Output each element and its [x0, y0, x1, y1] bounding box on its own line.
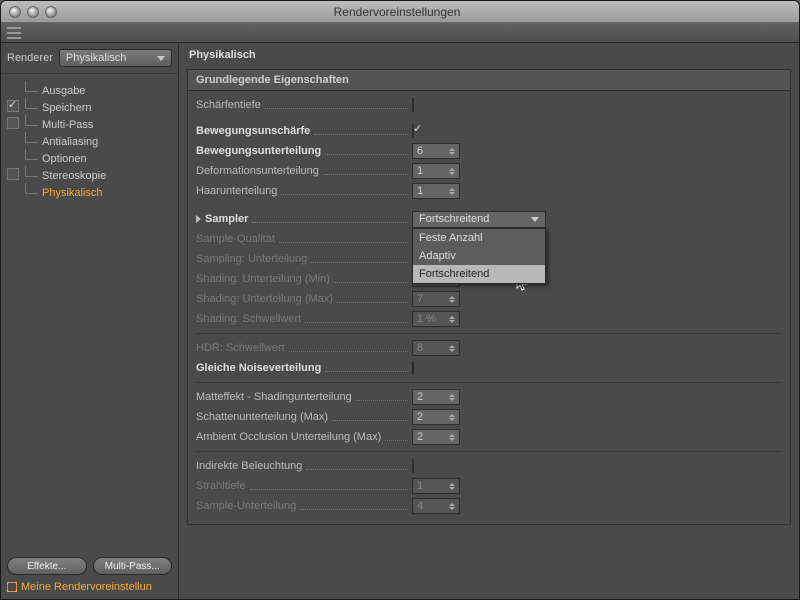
spinner-su-max: 7: [412, 291, 460, 307]
renderer-dropdown[interactable]: Physikalisch: [59, 49, 172, 67]
spinner-strahl: 1: [412, 478, 460, 494]
checkbox-bewegung[interactable]: [412, 124, 414, 138]
close-icon[interactable]: [9, 6, 21, 18]
checkbox-noise[interactable]: [412, 361, 414, 375]
spinner-haar[interactable]: 1: [412, 183, 460, 199]
main-panel: Physikalisch Grundlegende Eigenschaften …: [179, 43, 799, 599]
renderer-value: Physikalisch: [66, 52, 127, 64]
sidebar: Renderer Physikalisch Ausgabe Speichern …: [1, 43, 179, 599]
checkbox-indirekt[interactable]: [412, 459, 414, 473]
label-matte: Matteffekt - Shadingunterteilung: [196, 391, 352, 403]
label-sq: Sample-Qualität: [196, 233, 275, 245]
sampler-option[interactable]: Feste Anzahl: [413, 229, 545, 247]
label-bew-unt: Bewegungsunterteilung: [196, 145, 321, 157]
checkbox-icon[interactable]: [7, 100, 19, 112]
minimize-icon[interactable]: [27, 6, 39, 18]
main-title: Physikalisch: [179, 43, 799, 65]
spinner-matte[interactable]: 2: [412, 389, 460, 405]
sampler-value: Fortschreitend: [419, 213, 489, 225]
spinner-schw: 1 %: [412, 311, 460, 327]
window-title: Rendervoreinstellungen: [63, 5, 731, 19]
label-sampler: Sampler: [205, 213, 248, 225]
label-hdr: HDR: Schwellwert: [196, 342, 285, 354]
spinner-bew-unt[interactable]: 6: [412, 143, 460, 159]
spinner-ao[interactable]: 2: [412, 429, 460, 445]
sampler-option[interactable]: Fortschreitend: [413, 265, 545, 283]
sidebar-item-speichern[interactable]: Speichern: [5, 97, 178, 114]
label-strahl: Strahltiefe: [196, 480, 246, 492]
multipass-button[interactable]: Multi-Pass...: [93, 557, 173, 575]
spinner-deform[interactable]: 1: [412, 163, 460, 179]
label-indirekt: Indirekte Beleuchtung: [196, 460, 302, 472]
checkbox-icon[interactable]: [7, 117, 19, 129]
label-schw: Shading: Schwellwert: [196, 313, 301, 325]
label-schatten: Schattenunterteilung (Max): [196, 411, 328, 423]
label-su: Sampling: Unterteilung: [196, 253, 307, 265]
sidebar-item-physikalisch[interactable]: Physikalisch: [5, 182, 178, 199]
checkbox-icon[interactable]: [7, 168, 19, 180]
effects-button[interactable]: Effekte...: [7, 557, 87, 575]
label-ao: Ambient Occlusion Unterteilung (Max): [196, 431, 381, 443]
spinner-hdr: 8: [412, 340, 460, 356]
preset-label: Meine Rendervoreinstellun: [21, 581, 152, 593]
zoom-icon[interactable]: [45, 6, 57, 18]
label-bewegung: Bewegungsunschärfe: [196, 125, 310, 137]
spinner-sampleunt: 4: [412, 498, 460, 514]
preset-row[interactable]: Meine Rendervoreinstellun: [7, 581, 172, 593]
chevron-down-icon: [157, 56, 165, 61]
checkbox-schaerfentiefe[interactable]: [412, 98, 414, 112]
sampler-options: Feste Anzahl Adaptiv Fortschreitend: [412, 228, 546, 284]
label-deform: Deformationsunterteilung: [196, 165, 319, 177]
label-su-min: Shading: Unterteilung (Min): [196, 273, 330, 285]
label-haar: Haarunterteilung: [196, 185, 277, 197]
sampler-dropdown[interactable]: Fortschreitend Feste Anzahl Adaptiv Fort…: [412, 211, 546, 228]
preset-icon: [7, 582, 17, 592]
sidebar-item-antialiasing[interactable]: Antialiasing: [5, 131, 178, 148]
sidebar-item-multipass[interactable]: Multi-Pass: [5, 114, 178, 131]
sidebar-item-optionen[interactable]: Optionen: [5, 148, 178, 165]
spinner-schatten[interactable]: 2: [412, 409, 460, 425]
label-su-max: Shading: Unterteilung (Max): [196, 293, 333, 305]
disclosure-icon[interactable]: [196, 215, 201, 223]
render-tree: Ausgabe Speichern Multi-Pass Antialiasin…: [1, 74, 178, 551]
label-noise: Gleiche Noiseverteilung: [196, 362, 321, 374]
section-header: Grundlegende Eigenschaften: [188, 70, 790, 91]
toolbar: [1, 23, 799, 43]
sidebar-item-stereoskopie[interactable]: Stereoskopie: [5, 165, 178, 182]
window: Rendervoreinstellungen Renderer Physikal…: [0, 0, 800, 600]
label-sampleunt: Sample-Unterteilung: [196, 500, 296, 512]
sampler-option[interactable]: Adaptiv: [413, 247, 545, 265]
chevron-down-icon: [531, 217, 539, 222]
renderer-label: Renderer: [7, 52, 53, 64]
label-schaerfentiefe: Schärfentiefe: [196, 99, 261, 111]
properties-panel: Grundlegende Eigenschaften Schärfentiefe…: [187, 69, 791, 525]
menu-icon[interactable]: [7, 27, 21, 39]
titlebar: Rendervoreinstellungen: [1, 1, 799, 23]
sidebar-item-ausgabe[interactable]: Ausgabe: [5, 80, 178, 97]
